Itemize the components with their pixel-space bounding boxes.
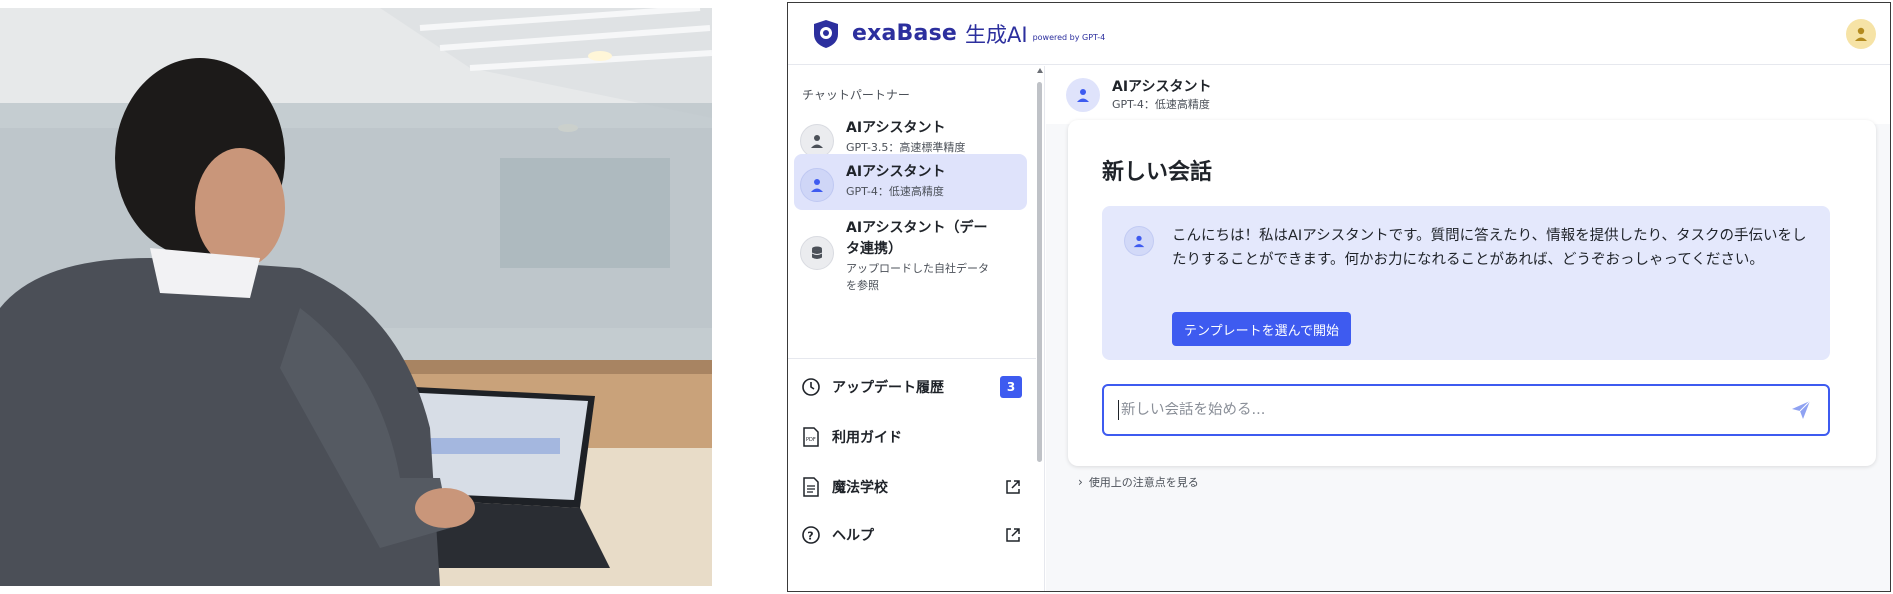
assistant-icon [1066,78,1100,112]
partner-name: AIアシスタント（データ連携） [846,220,988,257]
partner-name: AIアシスタント [846,164,946,180]
partner-name: AIアシスタント [846,120,946,136]
photo-person-using-laptop [0,8,712,586]
sidebar-heading: チャットパートナー [802,88,910,102]
menu-label: 利用ガイド [832,430,902,446]
chat-partner-name: AIアシスタント [1112,78,1212,95]
scroll-thumb[interactable] [1037,82,1042,462]
assistant-icon [800,124,834,158]
send-icon[interactable] [1790,399,1812,421]
document-icon [800,476,822,498]
chat-header: AIアシスタント GPT-4：低速高精度 [1046,66,1890,124]
message-composer[interactable] [1102,384,1830,436]
sidebar: チャットパートナー AIアシスタント GPT-3.5：高速標準精度 AIアシスタ… [788,66,1045,591]
menu-label: ヘルプ [832,528,874,544]
app-window: exaBase 生成AI powered by GPT-4 チャットパートナー … [787,2,1891,592]
welcome-text: こんにちは！私はAIアシスタントです。質問に答えたり、情報を提供したり、タスクの… [1172,228,1807,268]
menu-label: 魔法学校 [832,480,888,496]
database-icon [800,236,834,270]
partner-data-link[interactable]: AIアシスタント（データ連携） アップロードした自社データを参照 [794,210,1027,302]
assistant-icon [800,168,834,202]
welcome-message: こんにちは！私はAIアシスタントです。質問に答えたり、情報を提供したり、タスクの… [1102,206,1830,360]
shield-logo-icon [814,19,838,48]
menu-item-update-history[interactable]: アップデート履歴 3 [800,372,1022,402]
external-link-icon[interactable] [1004,478,1022,496]
user-icon [1855,27,1867,41]
chat-main: AIアシスタント GPT-4：低速高精度 新しい会話 こんにちは！私はAIアシス… [1046,66,1890,591]
svg-text:?: ? [807,530,813,543]
message-input[interactable] [1121,402,1790,418]
user-avatar[interactable] [1846,19,1876,49]
scroll-up-arrow[interactable] [1037,68,1043,73]
usage-notes-link[interactable]: › 使用上の注意点を見る [1078,474,1199,490]
menu-label: アップデート履歴 [832,380,944,396]
menu-item-magic-school[interactable]: 魔法学校 [800,472,1022,502]
help-circle-icon: ? [800,524,822,546]
page: exaBase 生成AI powered by GPT-4 チャットパートナー … [0,0,1893,594]
sidebar-scrollbar[interactable] [1036,66,1044,591]
text-cursor [1118,400,1119,420]
powered-by: powered by GPT-4 [1032,33,1106,42]
top-bar: exaBase 生成AI powered by GPT-4 [788,3,1890,65]
pdf-file-icon: PDF [800,426,822,448]
brand-name: exaBase [852,21,957,46]
conversation-title: 新しい会話 [1102,160,1213,185]
partner-desc: GPT-4：低速高精度 [846,185,944,198]
chevron-right-icon: › [1078,475,1083,489]
update-count-badge: 3 [1000,376,1022,398]
assistant-icon [1124,226,1154,256]
brand-sub: 生成AI [965,22,1028,47]
partner-gpt4[interactable]: AIアシスタント GPT-4：低速高精度 [794,154,1027,210]
template-start-button[interactable]: テンプレートを選んで開始 [1172,312,1351,346]
menu-item-help[interactable]: ? ヘルプ [800,520,1022,550]
sidebar-divider [788,358,1036,359]
clock-icon [800,376,822,398]
menu-item-user-guide[interactable]: PDF 利用ガイド [800,422,1022,452]
conversation-card: 新しい会話 こんにちは！私はAIアシスタントです。質問に答えたり、情報を提供した… [1068,120,1876,466]
chat-partner-desc: GPT-4：低速高精度 [1112,97,1210,111]
external-link-icon[interactable] [1004,526,1022,544]
svg-text:PDF: PDF [806,437,816,443]
usage-notes-label: 使用上の注意点を見る [1088,476,1199,489]
partner-desc: アップロードした自社データを参照 [846,262,989,292]
